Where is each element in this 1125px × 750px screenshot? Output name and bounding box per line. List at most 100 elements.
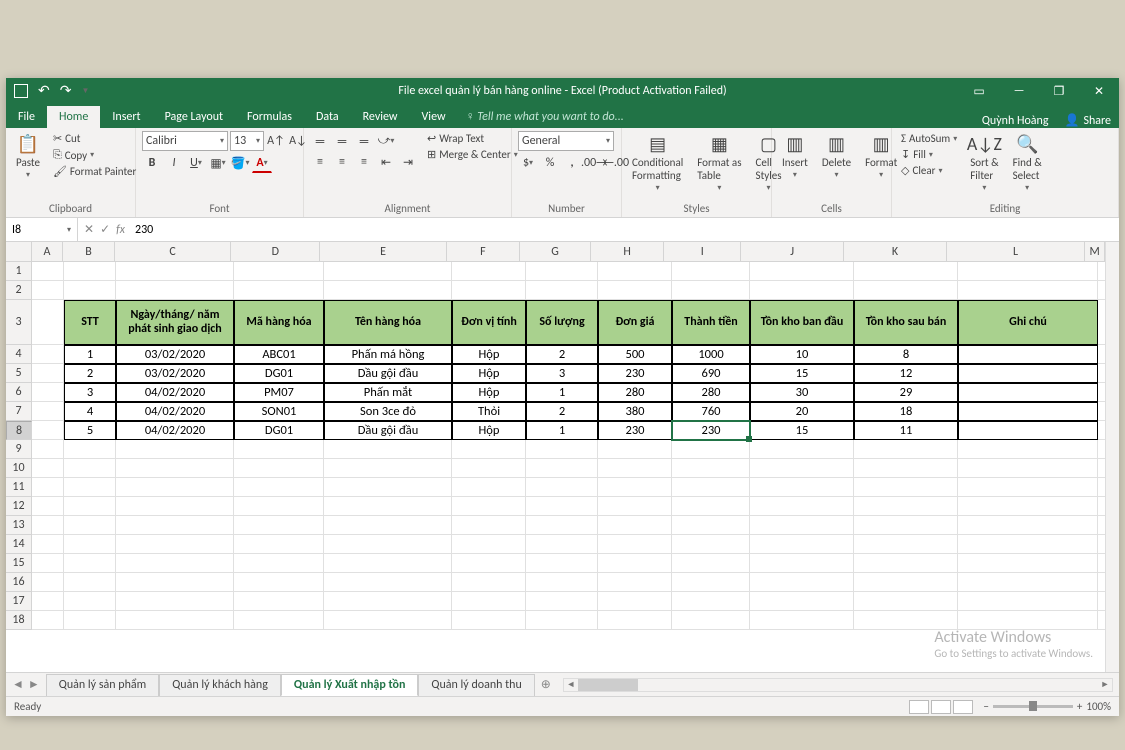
empty-cell[interactable] <box>750 554 854 573</box>
table-cell[interactable]: PM07 <box>234 383 324 402</box>
qat-dropdown-icon[interactable]: ▼ <box>81 86 89 96</box>
empty-cell[interactable] <box>526 281 598 300</box>
empty-cell[interactable] <box>116 262 234 281</box>
empty-cell[interactable] <box>958 535 1098 554</box>
empty-cell[interactable] <box>324 262 452 281</box>
empty-cell[interactable] <box>854 554 958 573</box>
table-cell[interactable] <box>958 421 1098 440</box>
empty-cell[interactable] <box>854 478 958 497</box>
empty-cell[interactable] <box>750 516 854 535</box>
empty-cell[interactable] <box>958 262 1098 281</box>
empty-cell[interactable] <box>672 554 750 573</box>
empty-cell[interactable] <box>64 592 116 611</box>
horizontal-scrollbar[interactable]: ◄► <box>563 678 1113 692</box>
empty-cell[interactable] <box>854 516 958 535</box>
empty-cell[interactable] <box>750 262 854 281</box>
delete-cells-button[interactable]: ▥Delete▾ <box>818 131 855 182</box>
font-name-select[interactable]: Calibri▾ <box>142 131 228 151</box>
empty-cell[interactable] <box>958 611 1098 630</box>
empty-cell[interactable] <box>32 440 64 459</box>
cut-button[interactable]: ✂ Cut <box>50 131 139 146</box>
empty-cell[interactable] <box>324 281 452 300</box>
table-cell[interactable]: 10 <box>750 345 854 364</box>
paste-button[interactable]: 📋Paste▾ <box>12 131 44 182</box>
empty-cell[interactable] <box>526 459 598 478</box>
row-header-5[interactable]: 5 <box>6 364 32 383</box>
empty-cell[interactable] <box>598 459 672 478</box>
empty-cell[interactable] <box>234 459 324 478</box>
table-header[interactable]: Mã hàng hóa <box>234 300 324 345</box>
empty-cell[interactable] <box>598 262 672 281</box>
select-all-corner[interactable] <box>6 242 32 262</box>
empty-cell[interactable] <box>750 611 854 630</box>
empty-cell[interactable] <box>116 592 234 611</box>
sort-filter-button[interactable]: A↓ZSort & Filter▾ <box>966 131 1002 195</box>
table-cell[interactable]: 8 <box>854 345 958 364</box>
fill-button[interactable]: ↧ Fill ▾ <box>898 147 960 162</box>
column-header-J[interactable]: J <box>741 242 844 262</box>
empty-cell[interactable] <box>234 554 324 573</box>
undo-icon[interactable]: ↶ <box>38 84 50 98</box>
table-header[interactable]: Đơn vị tính <box>452 300 526 345</box>
zoom-out-icon[interactable]: − <box>983 700 988 713</box>
percent-format-icon[interactable]: % <box>540 153 560 173</box>
empty-cell[interactable] <box>598 554 672 573</box>
table-cell[interactable]: SON01 <box>234 402 324 421</box>
empty-cell[interactable] <box>958 592 1098 611</box>
align-right-icon[interactable]: ≡ <box>354 152 374 172</box>
table-cell[interactable]: Son 3ce đỏ <box>324 402 452 421</box>
empty-cell[interactable] <box>598 440 672 459</box>
empty-cell[interactable] <box>234 516 324 535</box>
find-select-button[interactable]: 🔍Find & Select▾ <box>1009 131 1046 195</box>
empty-cell[interactable] <box>672 516 750 535</box>
enter-formula-icon[interactable]: ✓ <box>100 222 110 237</box>
empty-cell[interactable] <box>958 440 1098 459</box>
table-cell[interactable]: 20 <box>750 402 854 421</box>
sheet-nav-prev-icon[interactable]: ◄ <box>12 677 24 692</box>
comma-format-icon[interactable]: , <box>562 153 582 173</box>
column-header-G[interactable]: G <box>520 242 591 262</box>
table-cell[interactable]: 500 <box>598 345 672 364</box>
empty-cell[interactable] <box>234 281 324 300</box>
empty-cell[interactable] <box>452 573 526 592</box>
empty-cell[interactable] <box>1098 345 1105 364</box>
empty-cell[interactable] <box>1098 497 1105 516</box>
empty-cell[interactable] <box>854 459 958 478</box>
empty-cell[interactable] <box>64 440 116 459</box>
empty-cell[interactable] <box>526 573 598 592</box>
page-break-view-icon[interactable] <box>953 700 973 714</box>
table-cell[interactable]: 04/02/2020 <box>116 421 234 440</box>
empty-cell[interactable] <box>1098 300 1105 345</box>
empty-cell[interactable] <box>452 262 526 281</box>
vertical-scrollbar[interactable] <box>1105 242 1119 672</box>
table-cell[interactable] <box>958 383 1098 402</box>
align-middle-icon[interactable]: ═ <box>332 131 352 151</box>
tab-review[interactable]: Review <box>351 106 410 128</box>
column-header-C[interactable]: C <box>115 242 232 262</box>
column-header-D[interactable]: D <box>231 242 320 262</box>
empty-cell[interactable] <box>324 554 452 573</box>
tab-home[interactable]: Home <box>47 106 100 128</box>
align-left-icon[interactable]: ≡ <box>310 152 330 172</box>
empty-cell[interactable] <box>1098 364 1105 383</box>
empty-cell[interactable] <box>672 281 750 300</box>
empty-cell[interactable] <box>854 281 958 300</box>
empty-cell[interactable] <box>750 281 854 300</box>
empty-cell[interactable] <box>1098 535 1105 554</box>
empty-cell[interactable] <box>958 573 1098 592</box>
row-header-9[interactable]: 9 <box>6 440 32 459</box>
borders-icon[interactable]: ▦▾ <box>208 153 228 173</box>
empty-cell[interactable] <box>1098 383 1105 402</box>
format-painter-button[interactable]: 🖌 Format Painter <box>50 164 139 179</box>
row-header-2[interactable]: 2 <box>6 281 32 300</box>
empty-cell[interactable] <box>116 440 234 459</box>
table-cell[interactable]: Phấn má hồng <box>324 345 452 364</box>
empty-cell[interactable] <box>32 478 64 497</box>
empty-cell[interactable] <box>234 592 324 611</box>
empty-cell[interactable] <box>958 478 1098 497</box>
tab-file[interactable]: File <box>6 106 47 128</box>
empty-cell[interactable] <box>324 478 452 497</box>
table-cell[interactable]: Phấn mắt <box>324 383 452 402</box>
table-cell[interactable]: 4 <box>64 402 116 421</box>
maximize-icon[interactable]: ❐ <box>1039 78 1079 104</box>
